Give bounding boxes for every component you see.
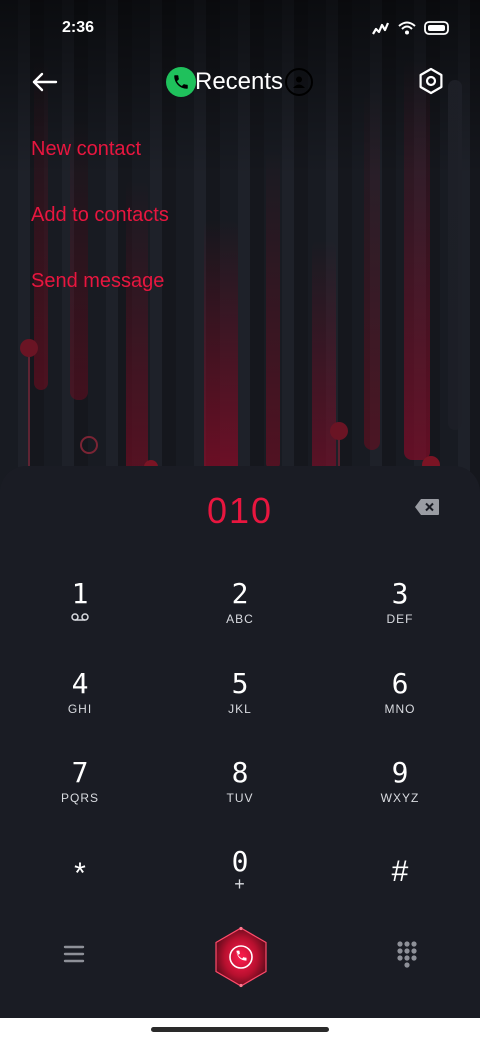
key-6[interactable]: 6 MNO — [330, 668, 470, 748]
key-letters: PQRS — [60, 791, 99, 805]
phone-badge — [166, 67, 196, 97]
status-time: 2:36 — [62, 19, 95, 36]
key-digit: 7 — [71, 756, 89, 789]
new-contact-button[interactable]: New contact — [31, 135, 169, 201]
key-8[interactable]: 8 TUV — [170, 757, 310, 837]
menu-button[interactable] — [62, 942, 86, 966]
key-digit: 5 — [231, 667, 249, 700]
contact-icon[interactable] — [285, 68, 314, 96]
dialpad-toggle-button[interactable] — [396, 940, 418, 970]
app-bar: Recents — [0, 56, 480, 108]
key-7[interactable]: 7 PQRS — [10, 757, 150, 837]
backspace-icon — [415, 499, 439, 515]
key-digit: 6 — [391, 667, 409, 700]
key-letters: TUV — [226, 791, 254, 805]
phone-icon — [174, 75, 188, 89]
call-button[interactable] — [210, 926, 272, 988]
send-message-button[interactable]: Send message — [31, 267, 169, 333]
key-digit: 1 — [71, 577, 89, 610]
backspace-button[interactable] — [414, 498, 440, 516]
key-digit: * — [74, 857, 86, 890]
status-bar: 2:36 — [0, 0, 480, 56]
key-letters: DEF — [386, 612, 414, 626]
key-hash[interactable]: # — [330, 842, 470, 922]
page-title: Recents — [195, 68, 284, 95]
settings-hexagon-icon — [419, 67, 443, 95]
status-icons — [372, 21, 450, 35]
person-icon — [293, 76, 306, 88]
key-star[interactable]: * — [10, 844, 150, 924]
key-letters: MNO — [384, 702, 416, 716]
key-letters: WXYZ — [380, 791, 420, 805]
settings-button[interactable] — [414, 64, 448, 98]
hamburger-menu-icon — [63, 945, 85, 963]
key-letters: GHI — [67, 702, 93, 716]
key-digit: # — [391, 855, 409, 888]
dialed-number: 010 — [206, 490, 274, 531]
key-digit: 8 — [231, 756, 249, 789]
key-digit: 9 — [391, 756, 409, 789]
title-wrap: Recents — [166, 64, 314, 100]
battery-icon — [424, 21, 449, 35]
key-digit: 4 — [71, 667, 89, 700]
key-letters: JKL — [228, 702, 252, 716]
wifi-icon — [398, 21, 416, 35]
call-hexagon-icon — [215, 926, 267, 988]
key-3[interactable]: 3 DEF — [330, 578, 470, 658]
voicemail-icon — [71, 613, 89, 621]
key-letters: ABC — [226, 612, 254, 626]
recents-menu: New contact Add to contacts Send message — [31, 135, 169, 333]
home-indicator[interactable] — [151, 1027, 329, 1032]
key-1[interactable]: 1 — [10, 578, 150, 658]
key-letters: + — [234, 874, 246, 894]
key-digit: 3 — [391, 577, 409, 610]
dialer-bottom-bar — [0, 926, 480, 988]
key-0[interactable]: 0 + — [170, 846, 310, 926]
key-4[interactable]: 4 GHI — [10, 668, 150, 748]
key-9[interactable]: 9 WXYZ — [330, 757, 470, 837]
key-digit: 2 — [231, 577, 249, 610]
dialpad-grid-icon — [397, 941, 417, 968]
key-5[interactable]: 5 JKL — [170, 668, 310, 748]
key-2[interactable]: 2 ABC — [170, 578, 310, 658]
back-button[interactable] — [28, 66, 60, 98]
add-to-contacts-button[interactable]: Add to contacts — [31, 201, 169, 267]
arrow-left-icon — [32, 72, 58, 92]
signal-icon — [372, 22, 390, 35]
